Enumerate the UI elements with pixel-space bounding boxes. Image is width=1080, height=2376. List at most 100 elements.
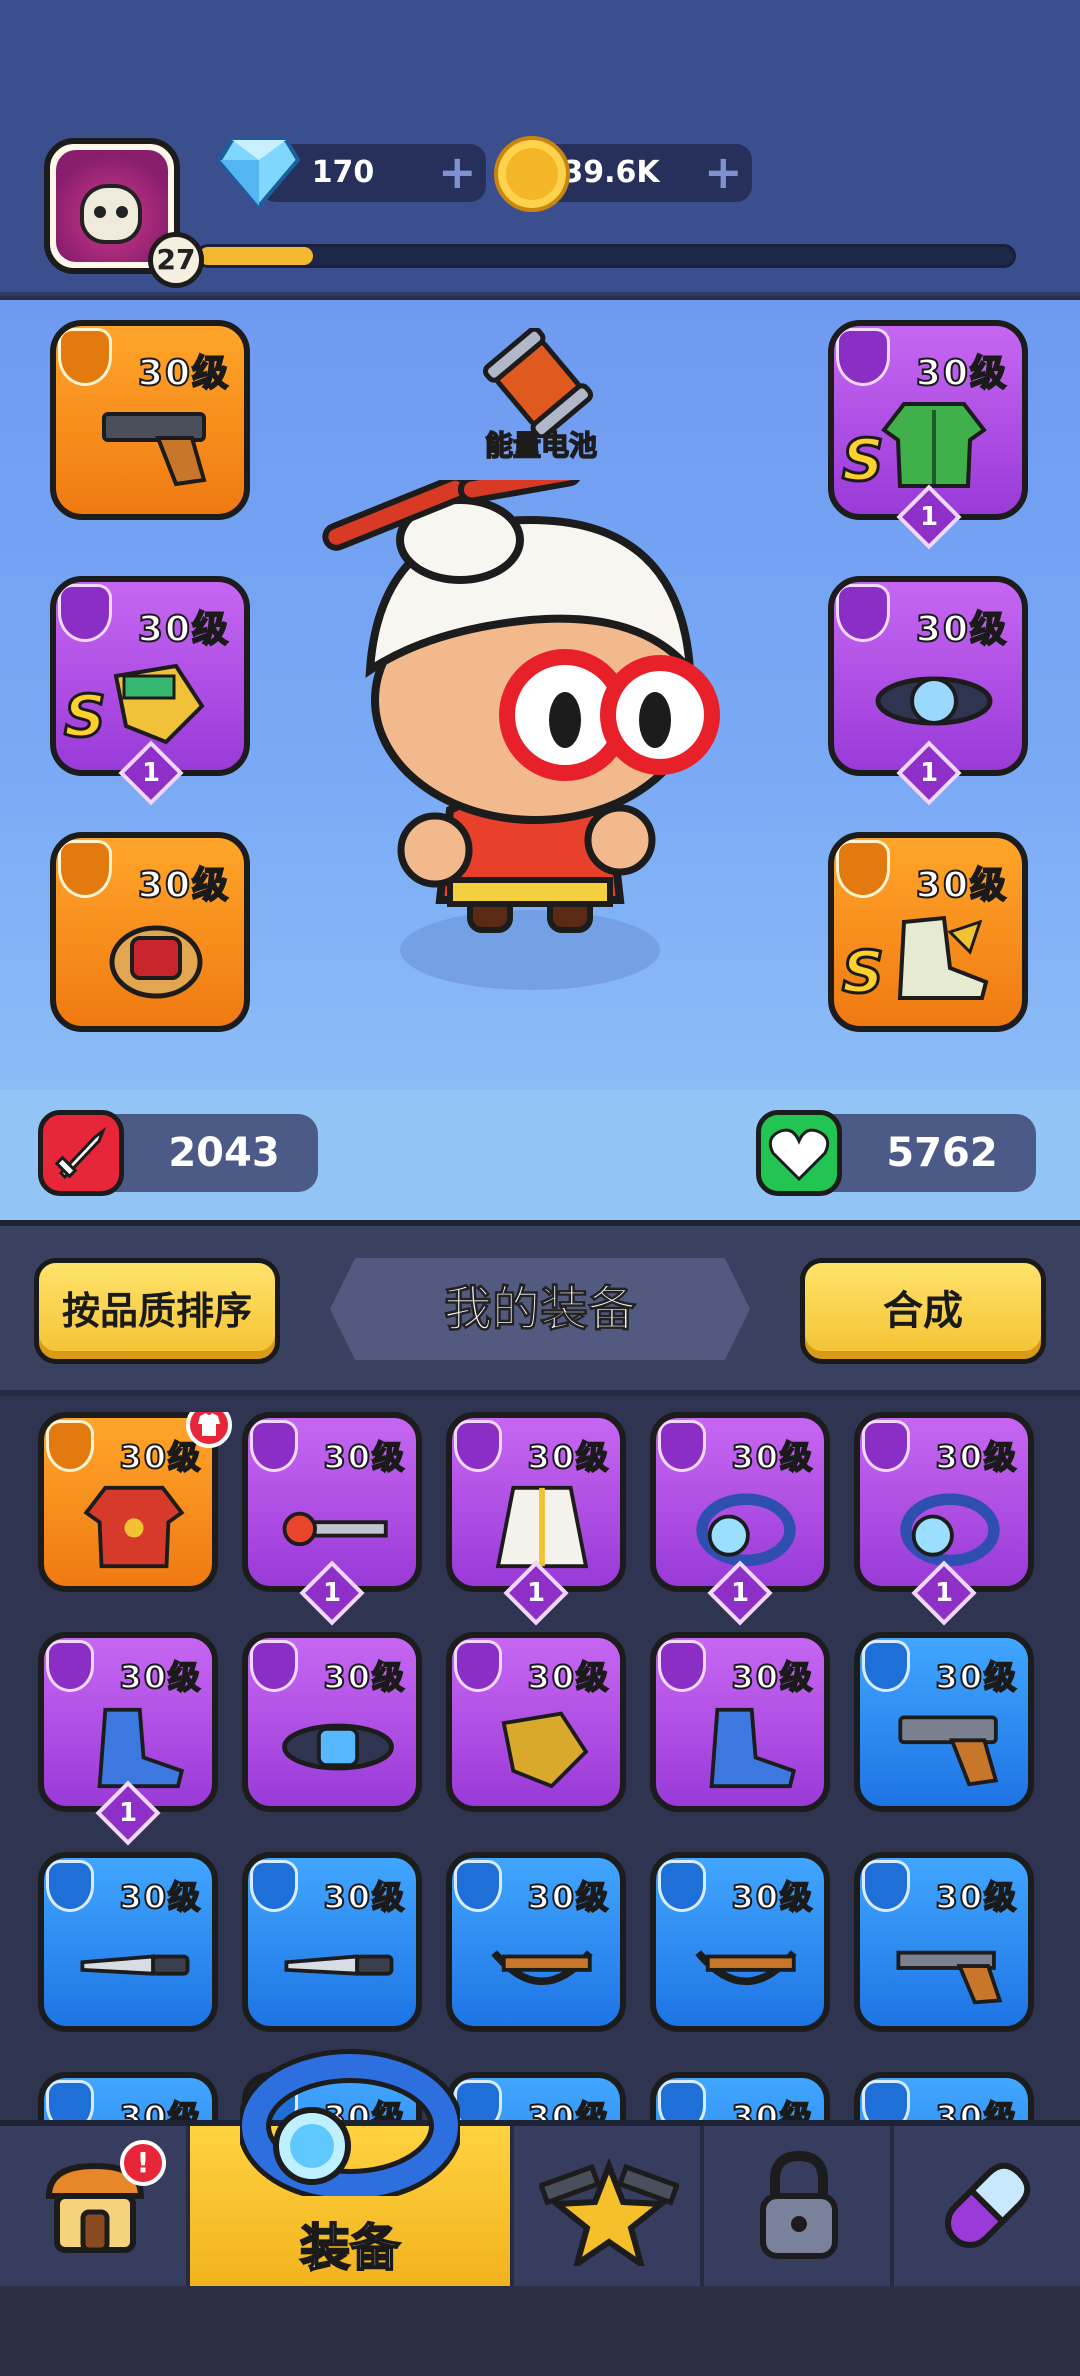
diamond-icon xyxy=(218,138,300,208)
equipment-item[interactable]: 30级 xyxy=(650,1852,830,2032)
item-type-icon xyxy=(658,1420,706,1472)
energy-battery-label: 能量电池 xyxy=(484,428,598,463)
crossbow-icon xyxy=(695,1950,797,1986)
equipment-item[interactable]: 30级 xyxy=(38,1852,218,2032)
item-type-icon xyxy=(250,1640,298,1692)
nav-equipment-tab[interactable]: 装备 xyxy=(190,2049,514,2286)
equipped-weapon-slot[interactable]: 30级 xyxy=(50,320,250,520)
item-type-icon xyxy=(46,1640,94,1692)
item-type-icon xyxy=(658,1640,706,1692)
equipment-item[interactable]: 30级 xyxy=(650,1632,830,1812)
equipment-icon xyxy=(240,2049,460,2196)
item-level: 30级 xyxy=(730,2097,814,2122)
attack-stat: 2043 xyxy=(38,1110,318,1196)
notification-badge: ! xyxy=(120,2140,166,2186)
nav-weapons-tab[interactable] xyxy=(514,2126,704,2286)
capsule-icon xyxy=(945,2162,1031,2248)
boots-type-icon xyxy=(836,840,890,898)
reaper-skull-icon xyxy=(80,184,142,244)
equipment-item[interactable]: 30级 xyxy=(854,1632,1034,1812)
robe-icon xyxy=(495,1485,589,1569)
item-level: 30级 xyxy=(934,2097,1018,2122)
bottom-navigation: ! 装备 xyxy=(0,2049,1080,2376)
pistol-icon xyxy=(898,1715,999,1787)
item-level: 30级 xyxy=(526,1877,610,1917)
item-level: 30级 xyxy=(526,1437,610,1477)
boots-icon xyxy=(97,1707,185,1789)
item-level: 30级 xyxy=(137,608,230,651)
equipment-item[interactable]: 30级 xyxy=(650,2072,830,2122)
equipped-boots-slot[interactable]: 30级 S xyxy=(828,832,1028,1032)
nav-shop-tab[interactable]: ! xyxy=(0,2126,190,2286)
s-grade-mark: S xyxy=(841,937,886,1008)
sort-by-quality-button[interactable]: 按品质排序 xyxy=(34,1258,280,1364)
item-type-icon xyxy=(250,1420,298,1472)
equipment-item[interactable]: 30级 xyxy=(242,1632,422,1812)
belt-type-icon xyxy=(836,584,890,642)
nav-capsule-tab[interactable] xyxy=(894,2126,1080,2286)
knife-icon xyxy=(284,1954,394,1976)
gauntlet-icon xyxy=(501,1711,589,1789)
item-level: 30级 xyxy=(915,352,1008,395)
crossbow-icon xyxy=(491,1950,593,1986)
boots-icon xyxy=(709,1707,797,1789)
equipment-item[interactable]: 30级 xyxy=(38,2072,218,2122)
item-level: 30级 xyxy=(730,1657,814,1697)
health-value: 5762 xyxy=(886,1130,998,1176)
xp-bar-fill xyxy=(199,247,313,265)
equipped-ring-slot[interactable]: 30级 xyxy=(50,832,250,1032)
ring-icon xyxy=(109,925,203,999)
xp-bar xyxy=(196,244,1016,268)
item-type-icon xyxy=(862,1860,910,1912)
weapon-type-icon xyxy=(58,328,112,386)
item-level: 30级 xyxy=(526,2097,610,2122)
gauntlet-icon xyxy=(113,663,205,745)
item-level: 30级 xyxy=(322,1657,406,1697)
energy-battery-icon[interactable] xyxy=(478,328,598,438)
equipment-item[interactable]: 30级 xyxy=(854,2072,1034,2122)
my-equipment-title: 我的装备 xyxy=(330,1258,750,1360)
equipment-item[interactable]: 30级 xyxy=(446,1632,626,1812)
add-gems-button[interactable]: + xyxy=(438,149,477,195)
item-type-icon xyxy=(46,2080,94,2122)
item-type-icon xyxy=(454,1420,502,1472)
item-level: 30级 xyxy=(915,608,1008,651)
boots-icon xyxy=(897,915,989,1000)
shotgun-icon xyxy=(896,1950,1003,2005)
item-type-icon xyxy=(658,2080,706,2122)
pistol-icon xyxy=(102,412,207,487)
player-level-badge: 27 xyxy=(148,232,204,288)
item-type-icon xyxy=(862,1420,910,1472)
armor-icon xyxy=(83,1485,185,1569)
item-level: 30级 xyxy=(934,1657,1018,1697)
item-type-icon xyxy=(454,1860,502,1912)
top-bar: 27 170 + 39.6K + xyxy=(0,0,1080,296)
attack-value: 2043 xyxy=(168,1130,280,1176)
merge-button[interactable]: 合成 xyxy=(800,1258,1046,1364)
belt-icon xyxy=(875,676,993,726)
ring-type-icon xyxy=(58,840,112,898)
item-type-icon xyxy=(658,1860,706,1912)
item-type-icon xyxy=(46,1860,94,1912)
ring-icon xyxy=(900,1493,1000,1567)
belt-icon xyxy=(282,1723,394,1771)
equipment-item[interactable]: 30级 xyxy=(446,1852,626,2032)
item-level: 30级 xyxy=(137,352,230,395)
equipment-item[interactable]: 30级 xyxy=(854,1852,1034,2032)
hero-character[interactable] xyxy=(320,480,740,1000)
add-coins-button[interactable]: + xyxy=(704,149,743,195)
nav-equipment-label: 装备 xyxy=(299,2218,401,2278)
item-level: 30级 xyxy=(137,864,230,907)
item-level: 30级 xyxy=(730,1437,814,1477)
equipment-item[interactable]: 30级 xyxy=(446,2072,626,2122)
equipment-grid[interactable]: 30级 30级 1 30级 1 30级 1 30级 1 30级 1 30级 30级 30级 30级 30级 30… xyxy=(38,1412,1048,2122)
item-type-icon xyxy=(454,2080,502,2122)
equipment-panel: 按品质排序 我的装备 合成 30级 30级 1 30级 1 30级 1 30级 1 30级 1 30级… xyxy=(0,1220,1080,2122)
ring-icon xyxy=(696,1493,796,1567)
sword-icon xyxy=(38,1110,124,1196)
item-level: 30级 xyxy=(915,864,1008,907)
nav-locked-tab[interactable] xyxy=(704,2126,894,2286)
equipment-item[interactable]: 30级 xyxy=(242,1852,422,2032)
item-type-icon xyxy=(862,1640,910,1692)
knife-icon xyxy=(80,1954,190,1976)
